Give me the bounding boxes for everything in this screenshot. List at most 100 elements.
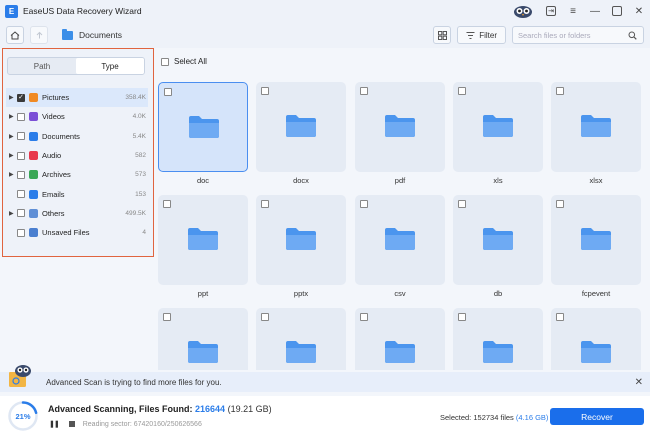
category-label: Documents — [42, 131, 80, 141]
view-toggle-button[interactable] — [433, 26, 452, 44]
sidebar-item-pictures[interactable]: ▶ ✓ Pictures 358.4K — [6, 88, 148, 108]
recover-button[interactable]: Recover — [550, 408, 644, 425]
home-icon — [10, 30, 20, 39]
app-logo-icon: E — [5, 4, 18, 18]
folder-checkbox[interactable] — [163, 200, 171, 208]
grid-view-icon — [437, 30, 447, 40]
folder-checkbox[interactable] — [163, 313, 171, 321]
title-bar: E EaseUS Data Recovery Wizard ⇥ ≡ — ✕ — [0, 0, 650, 22]
home-button[interactable] — [6, 26, 24, 44]
folder-checkbox[interactable] — [261, 313, 269, 321]
file-type-folder[interactable] — [355, 82, 445, 172]
folder-checkbox[interactable] — [556, 313, 564, 321]
category-checkbox[interactable]: ✓ — [17, 93, 25, 102]
scan-summary: Advanced Scanning, Files Found: 216644 (… — [48, 404, 272, 414]
back-icon — [36, 31, 42, 38]
sidebar-item-archives[interactable]: ▶ Archives 573 — [6, 165, 148, 184]
category-checkbox[interactable] — [17, 209, 25, 218]
sidebar-item-others[interactable]: ▶ Others 499.5K — [6, 204, 148, 223]
folder-checkbox[interactable] — [556, 200, 564, 208]
toolbar: Documents Filter — [0, 22, 650, 48]
tab-type[interactable]: Type — [76, 58, 144, 74]
category-checkbox[interactable] — [17, 190, 25, 199]
sidebar-item-videos[interactable]: ▶ Videos 4.0K — [6, 107, 148, 126]
expand-caret-icon[interactable]: ▶ — [9, 113, 15, 120]
mascot-icon[interactable] — [512, 3, 534, 19]
folder-checkbox[interactable] — [261, 87, 269, 95]
breadcrumb[interactable]: Documents — [62, 28, 122, 40]
breadcrumb-label: Documents — [79, 30, 122, 40]
documents-folder-icon — [62, 28, 73, 40]
sidebar-item-emails[interactable]: Emails 153 — [6, 184, 148, 203]
sidebar-item-documents[interactable]: ▶ Documents 5.4K — [6, 127, 148, 146]
reading-sector: Reading sector: 67420160/250626566 — [82, 420, 202, 428]
maximize-icon[interactable] — [606, 0, 628, 22]
filter-button[interactable]: Filter — [457, 26, 506, 44]
expand-caret-icon[interactable]: ▶ — [9, 94, 15, 101]
tab-path[interactable]: Path — [8, 58, 76, 74]
menu-icon[interactable]: ≡ — [562, 0, 584, 22]
category-checkbox[interactable] — [17, 132, 25, 141]
folder-checkbox[interactable] — [360, 200, 368, 208]
expand-caret-icon[interactable]: ▶ — [9, 152, 15, 159]
search-box[interactable] — [512, 26, 644, 44]
category-checkbox[interactable] — [17, 112, 25, 121]
category-checkbox[interactable] — [17, 170, 25, 179]
file-type-folder[interactable] — [256, 308, 346, 370]
sign-in-icon[interactable]: ⇥ — [540, 0, 562, 22]
expand-caret-icon[interactable]: ▶ — [9, 133, 15, 140]
close-icon[interactable]: ✕ — [628, 0, 650, 22]
folder-name: pdf — [394, 176, 406, 185]
category-count: 153 — [135, 190, 146, 198]
minimize-icon[interactable]: — — [584, 0, 606, 22]
file-type-folder[interactable] — [158, 308, 248, 370]
file-type-folder[interactable] — [158, 82, 248, 172]
folder-checkbox[interactable] — [458, 313, 466, 321]
pictures-icon — [29, 93, 38, 103]
back-button[interactable] — [30, 26, 48, 44]
folder-name: fcpevent — [581, 289, 611, 298]
folder-checkbox[interactable] — [164, 88, 172, 96]
sidebar-item-unsaved-files[interactable]: Unsaved Files 4 — [6, 223, 148, 242]
file-type-folder[interactable] — [551, 308, 641, 370]
category-checkbox[interactable] — [17, 228, 25, 237]
category-count: 5.4K — [132, 132, 146, 140]
folder-icon — [384, 114, 416, 138]
sidebar-item-audio[interactable]: ▶ Audio 582 — [6, 146, 148, 165]
file-type-folder[interactable] — [158, 195, 248, 285]
select-all[interactable]: Select All — [161, 57, 207, 66]
file-type-folder[interactable] — [355, 195, 445, 285]
search-input[interactable] — [518, 30, 628, 40]
expand-caret-icon[interactable]: ▶ — [9, 210, 15, 217]
file-type-folder[interactable] — [551, 82, 641, 172]
file-type-folder[interactable] — [453, 82, 543, 172]
folder-checkbox[interactable] — [360, 87, 368, 95]
folder-checkbox[interactable] — [458, 87, 466, 95]
folder-checkbox[interactable] — [261, 200, 269, 208]
file-type-tree: ▶ ✓ Pictures 358.4K ▶ Videos 4.0K ▶ Documents 5.4… — [6, 88, 148, 242]
file-type-folder[interactable] — [453, 308, 543, 370]
pause-icon[interactable]: ❚❚ — [49, 420, 60, 428]
expand-caret-icon[interactable]: ▶ — [9, 171, 15, 178]
file-type-folder[interactable] — [256, 82, 346, 172]
category-checkbox[interactable] — [17, 151, 25, 160]
category-label: Emails — [42, 189, 65, 199]
folder-icon — [187, 340, 219, 364]
stop-icon[interactable] — [68, 421, 75, 427]
folder-checkbox[interactable] — [556, 87, 564, 95]
notice-close-icon[interactable]: ✕ — [635, 377, 643, 388]
file-type-folder[interactable] — [551, 195, 641, 285]
folder-icon — [285, 114, 317, 138]
file-type-folder[interactable] — [355, 308, 445, 370]
search-icon[interactable] — [628, 31, 637, 40]
folder-checkbox[interactable] — [458, 200, 466, 208]
category-count: 358.4K — [125, 94, 146, 102]
file-type-folder[interactable] — [256, 195, 346, 285]
select-all-checkbox[interactable] — [161, 57, 169, 66]
category-label: Archives — [42, 170, 71, 180]
folder-name: doc — [196, 176, 210, 185]
folder-name: pptx — [293, 289, 309, 298]
folder-checkbox[interactable] — [360, 313, 368, 321]
file-type-folder[interactable] — [453, 195, 543, 285]
videos-icon — [29, 112, 38, 122]
